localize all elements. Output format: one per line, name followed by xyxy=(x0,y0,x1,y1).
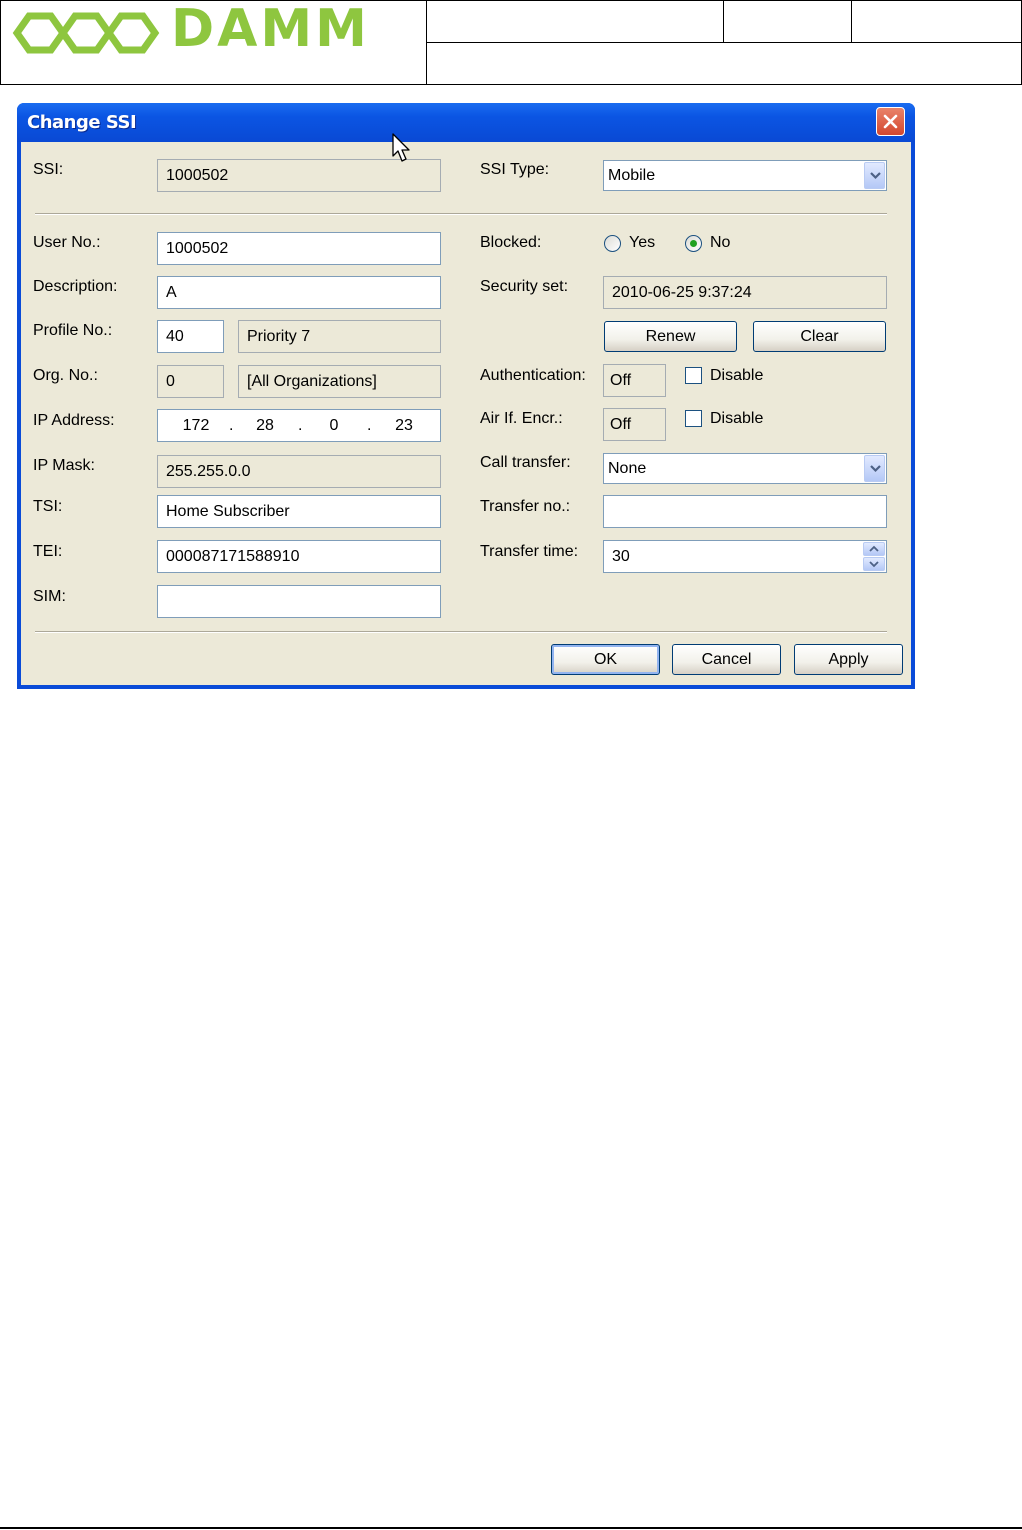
profile-no-label: Profile No.: xyxy=(33,322,113,339)
ip-octet-3[interactable]: 0 xyxy=(316,410,352,441)
dialog-body: SSI: 1000502 SSI Type: Mobile User No.: … xyxy=(21,142,911,685)
air-if-encr-field: Off xyxy=(603,408,666,441)
org-name-field: [All Organizations] xyxy=(238,365,441,398)
blocked-yes-label[interactable]: Yes xyxy=(629,234,655,252)
air-if-encr-disable-checkbox[interactable] xyxy=(685,410,702,427)
apply-button[interactable]: Apply xyxy=(794,644,903,675)
header-cell-1 xyxy=(426,0,724,43)
renew-button[interactable]: Renew xyxy=(604,321,737,352)
chevron-down-icon[interactable] xyxy=(864,455,885,482)
user-no-label: User No.: xyxy=(33,234,101,251)
ip-dot-1: . xyxy=(229,417,234,434)
cancel-button[interactable]: Cancel xyxy=(672,644,781,675)
profile-name-field: Priority 7 xyxy=(238,320,441,353)
blocked-yes-radio[interactable] xyxy=(604,235,621,252)
call-transfer-value: None xyxy=(608,460,647,477)
spin-down-icon[interactable] xyxy=(863,557,885,571)
call-transfer-label: Call transfer: xyxy=(480,454,571,471)
tei-label: TEI: xyxy=(33,543,63,560)
close-icon xyxy=(883,114,898,129)
transfer-time-value: 30 xyxy=(612,548,630,565)
org-no-field: 0 xyxy=(157,365,224,398)
authentication-field: Off xyxy=(603,364,666,397)
air-if-encr-disable-label[interactable]: Disable xyxy=(710,410,763,428)
header-logo-cell: DAMM xyxy=(0,0,427,85)
change-ssi-dialog: Change SSI SSI: 1000502 SSI Type: Mobile… xyxy=(17,103,915,689)
authentication-disable-checkbox[interactable] xyxy=(685,367,702,384)
separator-bottom xyxy=(35,631,887,633)
ssi-type-select[interactable]: Mobile xyxy=(603,160,887,191)
air-if-encr-label: Air If. Encr.: xyxy=(480,410,563,427)
dialog-titlebar[interactable]: Change SSI xyxy=(17,103,915,142)
logo-wordmark: DAMM xyxy=(171,0,370,59)
close-button[interactable] xyxy=(876,107,905,136)
org-no-label: Org. No.: xyxy=(33,367,98,384)
security-set-field: 2010-06-25 9:37:24 xyxy=(603,276,887,309)
transfer-time-spinner[interactable] xyxy=(863,542,885,571)
ip-octet-4[interactable]: 23 xyxy=(386,410,422,441)
header-cell-3 xyxy=(851,0,1022,43)
user-no-input[interactable]: 1000502 xyxy=(157,232,441,265)
description-label: Description: xyxy=(33,278,118,295)
transfer-time-input[interactable]: 30 xyxy=(603,540,887,573)
transfer-no-label: Transfer no.: xyxy=(480,498,571,515)
header-cell-4 xyxy=(426,42,1022,85)
authentication-disable-label[interactable]: Disable xyxy=(710,367,763,385)
ssi-label: SSI: xyxy=(33,161,64,178)
tsi-input[interactable]: Home Subscriber xyxy=(157,495,441,528)
ip-mask-label: IP Mask: xyxy=(33,457,95,474)
clear-button[interactable]: Clear xyxy=(753,321,886,352)
profile-no-input[interactable]: 40 xyxy=(157,320,224,353)
ok-button[interactable]: OK xyxy=(551,644,660,675)
ssi-type-value: Mobile xyxy=(608,167,656,184)
security-set-label: Security set: xyxy=(480,278,569,295)
call-transfer-select[interactable]: None xyxy=(603,453,887,484)
ip-dot-3: . xyxy=(367,417,372,434)
blocked-label: Blocked: xyxy=(480,234,542,251)
sim-input[interactable] xyxy=(157,585,441,618)
ip-dot-2: . xyxy=(298,417,303,434)
blocked-no-label[interactable]: No xyxy=(710,234,730,252)
transfer-no-input[interactable] xyxy=(603,495,887,528)
ip-address-label: IP Address: xyxy=(33,412,115,429)
separator-top xyxy=(35,213,887,215)
ip-mask-field: 255.255.0.0 xyxy=(157,455,441,488)
chevron-down-icon[interactable] xyxy=(864,162,885,189)
header-cell-2 xyxy=(723,0,852,43)
radio-selected-dot xyxy=(690,240,697,247)
description-input[interactable]: A xyxy=(157,276,441,309)
transfer-time-label: Transfer time: xyxy=(480,543,579,560)
tsi-label: TSI: xyxy=(33,498,63,515)
tei-input[interactable]: 000087171588910 xyxy=(157,540,441,573)
ssi-type-label: SSI Type: xyxy=(480,161,550,178)
footer-rule xyxy=(0,1527,1022,1529)
mouse-pointer-icon xyxy=(392,133,410,162)
ip-address-input[interactable]: 172 . 28 . 0 . 23 xyxy=(157,409,441,442)
sim-label: SIM: xyxy=(33,588,66,605)
ip-octet-2[interactable]: 28 xyxy=(247,410,283,441)
dialog-title: Change SSI xyxy=(27,112,137,133)
spin-up-icon[interactable] xyxy=(863,542,885,556)
authentication-label: Authentication: xyxy=(480,367,586,384)
ip-octet-1[interactable]: 172 xyxy=(178,410,214,441)
blocked-no-radio[interactable] xyxy=(685,235,702,252)
